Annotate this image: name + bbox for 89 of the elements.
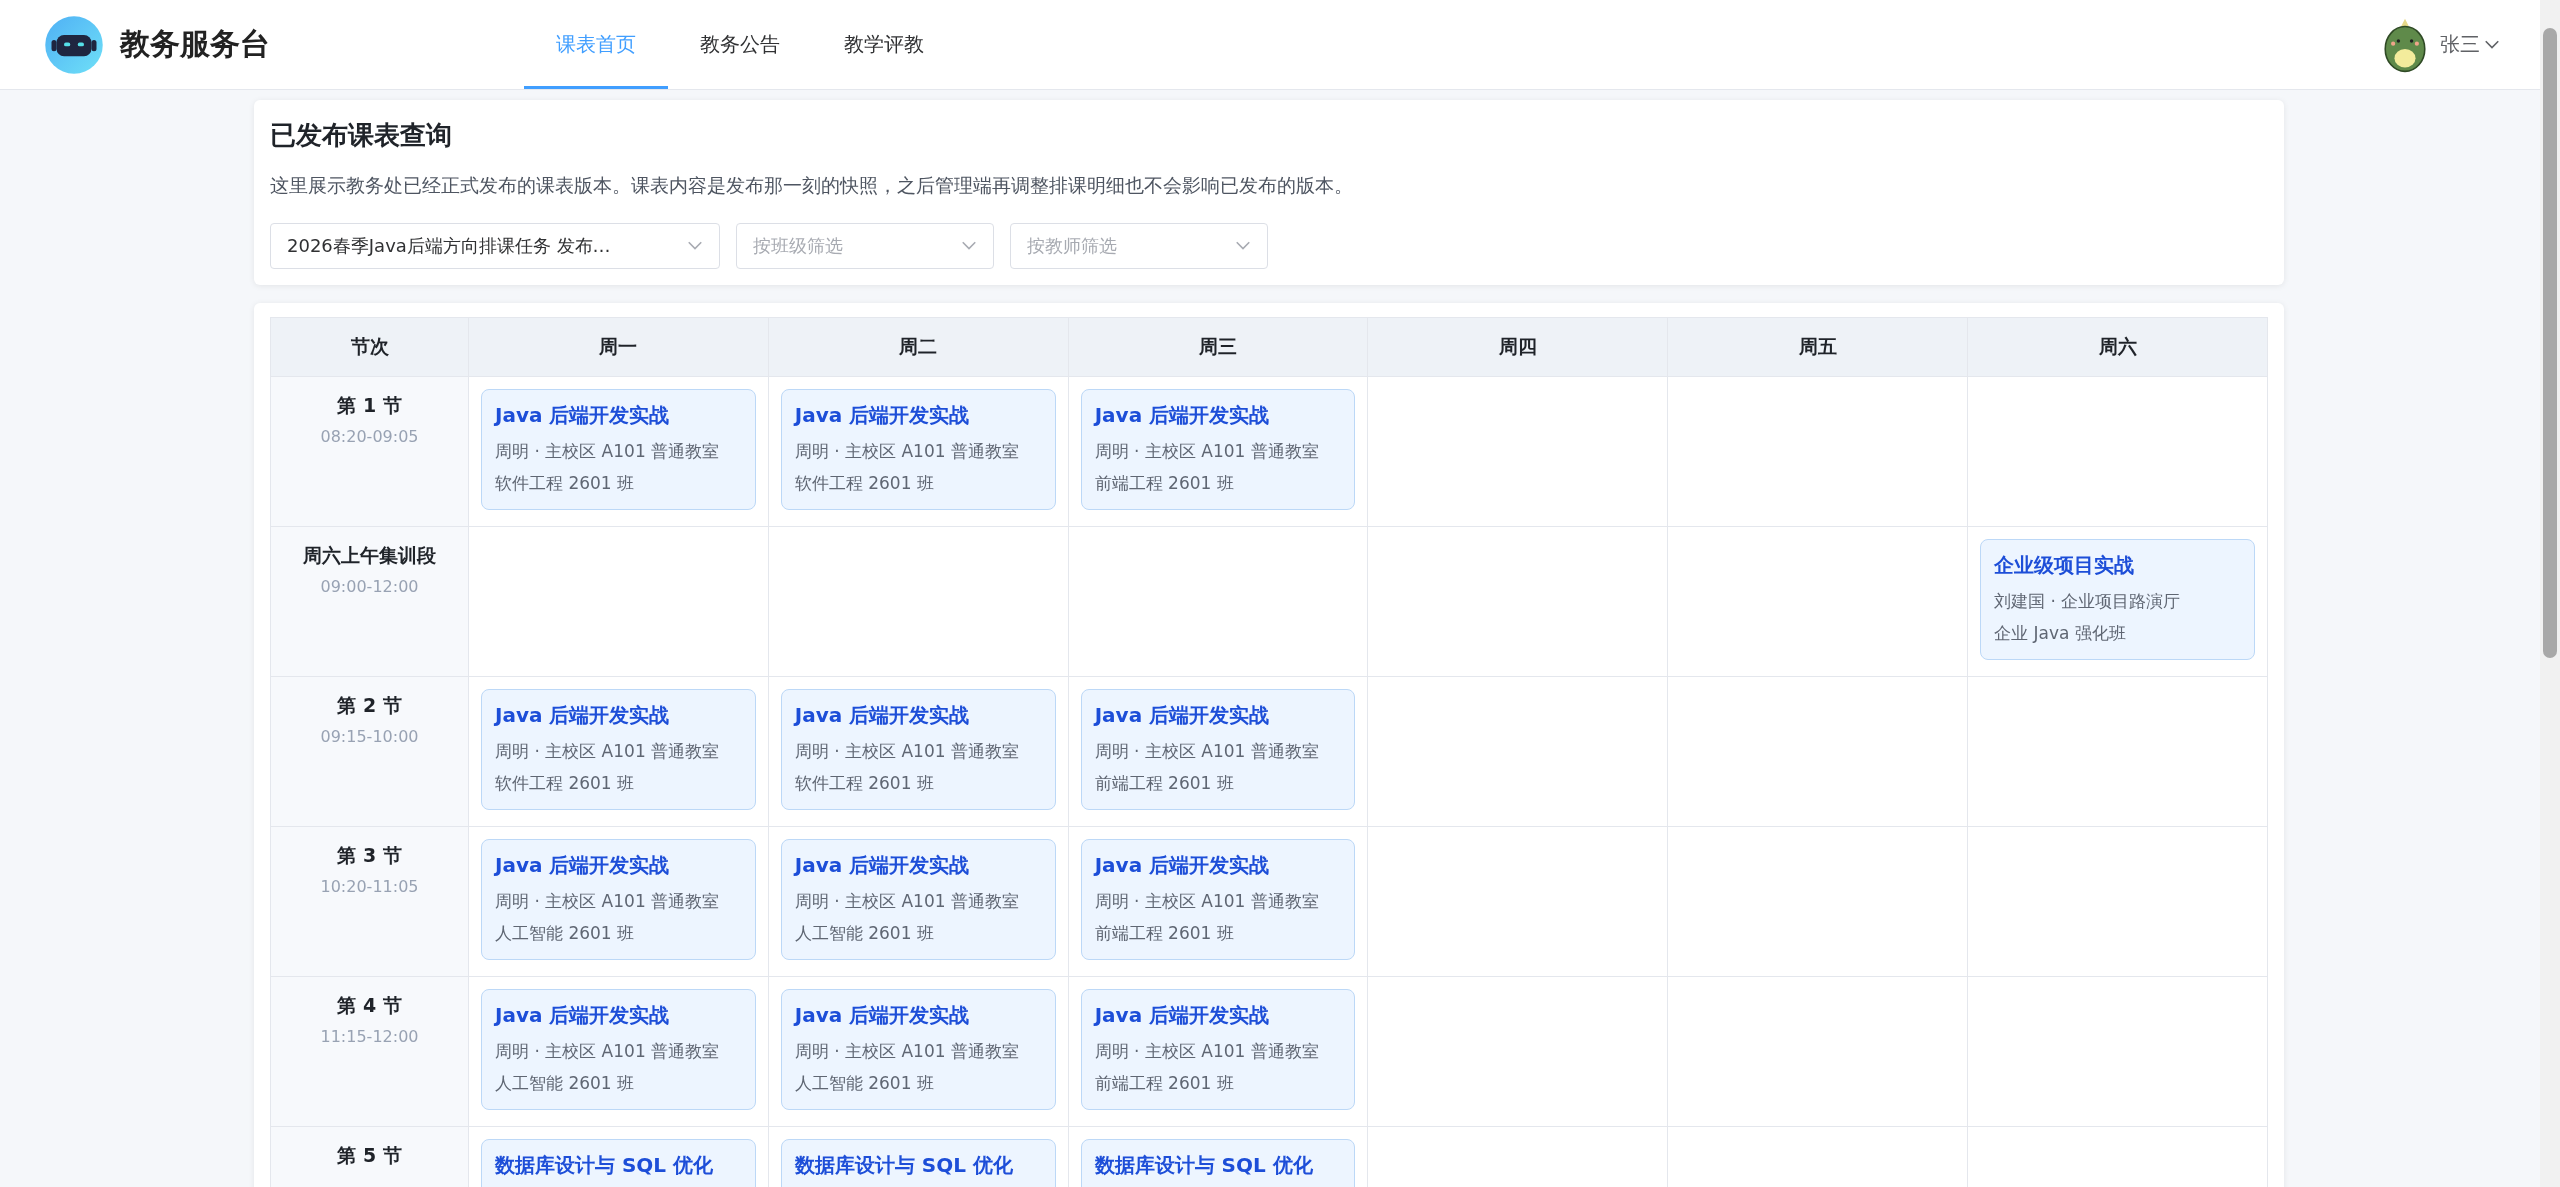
course-card[interactable]: 数据库设计与 SQL 优化 (1080, 1139, 1356, 1187)
description-text: 这里展示教务处已经正式发布的课表版本。课表内容是发布那一刻的快照，之后管理端再调整排课明细也不会影响已发布的版本。 (270, 173, 1354, 198)
course-detail: 周明 · 主校区 A101 普通教室 (495, 890, 721, 913)
course-title: Java 后端开发实战 (794, 1002, 971, 1029)
course-title: 数据库设计与 SQL 优化 (495, 1152, 715, 1179)
course-class: 软件工程 2601 班 (794, 472, 935, 495)
period-label: 第 5 节 (336, 1143, 403, 1168)
course-card[interactable]: 企业级项目实战 刘建国 · 企业项目路演厅 企业 Java 强化班 (1980, 539, 2255, 660)
course-detail: 周明 · 主校区 A101 普通教室 (794, 740, 1020, 763)
course-class: 前端工程 2601 班 (1094, 772, 1235, 795)
column-header: 节次 (270, 317, 469, 377)
period-label: 第 1 节 (336, 393, 403, 418)
course-card[interactable]: Java 后端开发实战 周明 · 主校区 A101 普通教室 前端工程 2601 班 (1080, 689, 1356, 810)
course-card[interactable]: Java 后端开发实战 周明 · 主校区 A101 普通教室 前端工程 2601 班 (1080, 839, 1356, 960)
user-menu[interactable]: 张三 (2440, 31, 2500, 58)
course-title: 数据库设计与 SQL 优化 (1094, 1152, 1314, 1179)
period-time: 09:00-12:00 (319, 577, 420, 596)
course-detail: 周明 · 主校区 A101 普通教室 (794, 1040, 1020, 1063)
course-title: 数据库设计与 SQL 优化 (794, 1152, 1014, 1179)
period-label: 第 3 节 (336, 843, 403, 868)
course-card[interactable]: Java 后端开发实战 周明 · 主校区 A101 普通教室 人工智能 2601 班 (780, 839, 1056, 960)
course-class: 软件工程 2601 班 (495, 472, 636, 495)
course-class: 人工智能 2601 班 (495, 922, 636, 945)
course-card[interactable]: 数据库设计与 SQL 优化 (780, 1139, 1056, 1187)
course-class: 企业 Java 强化班 (1994, 622, 2127, 645)
course-detail: 周明 · 主校区 A101 普通教室 (495, 740, 721, 763)
chevron-down-icon (961, 241, 977, 251)
course-title: Java 后端开发实战 (495, 1002, 671, 1029)
course-card[interactable]: 数据库设计与 SQL 优化 (481, 1139, 756, 1187)
period-time: 10:20-11:05 (319, 877, 420, 896)
period-label: 周六上午集训段 (302, 543, 437, 568)
course-card[interactable]: Java 后端开发实战 周明 · 主校区 A101 普通教室 前端工程 2601 班 (1080, 989, 1356, 1110)
column-header: 周四 (1368, 317, 1668, 377)
course-detail: 周明 · 主校区 A101 普通教室 (794, 890, 1020, 913)
nav-tab[interactable]: 教学评教 (812, 0, 956, 89)
course-detail: 周明 · 主校区 A101 普通教室 (794, 440, 1020, 463)
chevron-down-icon (1235, 241, 1251, 251)
course-card[interactable]: Java 后端开发实战 周明 · 主校区 A101 普通教室 软件工程 2601 班 (780, 689, 1056, 810)
course-class: 人工智能 2601 班 (794, 1072, 935, 1095)
course-title: Java 后端开发实战 (1094, 1002, 1271, 1029)
course-card[interactable]: Java 后端开发实战 周明 · 主校区 A101 普通教室 人工智能 2601 班 (780, 989, 1056, 1110)
app-title: 教务服务台 (120, 25, 270, 63)
column-header: 周三 (1068, 317, 1368, 377)
period-time: 11:15-12:00 (319, 1027, 420, 1046)
course-class: 软件工程 2601 班 (794, 772, 935, 795)
course-class: 前端工程 2601 班 (1094, 922, 1235, 945)
column-header: 周一 (468, 317, 769, 377)
course-title: Java 后端开发实战 (794, 702, 971, 729)
course-detail: 周明 · 主校区 A101 普通教室 (1094, 740, 1320, 763)
column-header: 周二 (768, 317, 1069, 377)
course-detail: 周明 · 主校区 A101 普通教室 (1094, 1040, 1320, 1063)
chevron-down-icon (687, 241, 703, 251)
scrollbar[interactable] (2540, 0, 2560, 1187)
column-header: 周六 (1967, 317, 2268, 377)
robot-logo-icon (44, 14, 104, 75)
course-detail: 周明 · 主校区 A101 普通教室 (1094, 890, 1320, 913)
period-label: 第 4 节 (336, 993, 403, 1018)
course-title: Java 后端开发实战 (1094, 702, 1271, 729)
course-class: 前端工程 2601 班 (1094, 472, 1235, 495)
course-class: 前端工程 2601 班 (1094, 1072, 1235, 1095)
course-card[interactable]: Java 后端开发实战 周明 · 主校区 A101 普通教室 前端工程 2601 班 (1080, 389, 1356, 510)
period-label: 第 2 节 (336, 693, 403, 718)
period-time: 08:20-09:05 (319, 427, 420, 446)
course-card[interactable]: Java 后端开发实战 周明 · 主校区 A101 普通教室 软件工程 2601 班 (481, 689, 756, 810)
course-title: Java 后端开发实战 (1094, 852, 1271, 879)
course-title: Java 后端开发实战 (495, 852, 671, 879)
course-title: 企业级项目实战 (1994, 552, 2136, 579)
course-title: Java 后端开发实战 (794, 402, 971, 429)
course-card[interactable]: Java 后端开发实战 周明 · 主校区 A101 普通教室 人工智能 2601 班 (481, 839, 756, 960)
period-time: 09:15-10:00 (319, 727, 420, 746)
course-card[interactable]: Java 后端开发实战 周明 · 主校区 A101 普通教室 软件工程 2601 班 (780, 389, 1056, 510)
course-title: Java 后端开发实战 (794, 852, 971, 879)
course-title: Java 后端开发实战 (495, 402, 671, 429)
course-title: Java 后端开发实战 (495, 702, 671, 729)
course-title: Java 后端开发实战 (1094, 402, 1271, 429)
course-detail: 周明 · 主校区 A101 普通教室 (495, 440, 721, 463)
course-class: 人工智能 2601 班 (495, 1072, 636, 1095)
chevron-down-icon (2484, 39, 2500, 50)
course-class: 人工智能 2601 班 (794, 922, 935, 945)
course-detail: 刘建国 · 企业项目路演厅 (1994, 590, 2182, 613)
column-header: 周五 (1667, 317, 1968, 377)
course-detail: 周明 · 主校区 A101 普通教室 (495, 1040, 721, 1063)
nav-tab[interactable]: 教务公告 (668, 0, 812, 89)
select-field[interactable]: 2026春季Java后端方向排课任务 发布… (270, 223, 720, 269)
section-title: 已发布课表查询 (270, 119, 453, 152)
course-detail: 周明 · 主校区 A101 普通教室 (1094, 440, 1320, 463)
course-class: 软件工程 2601 班 (495, 772, 636, 795)
course-card[interactable]: Java 后端开发实战 周明 · 主校区 A101 普通教室 软件工程 2601 班 (481, 389, 756, 510)
course-card[interactable]: Java 后端开发实战 周明 · 主校区 A101 普通教室 人工智能 2601 班 (481, 989, 756, 1110)
